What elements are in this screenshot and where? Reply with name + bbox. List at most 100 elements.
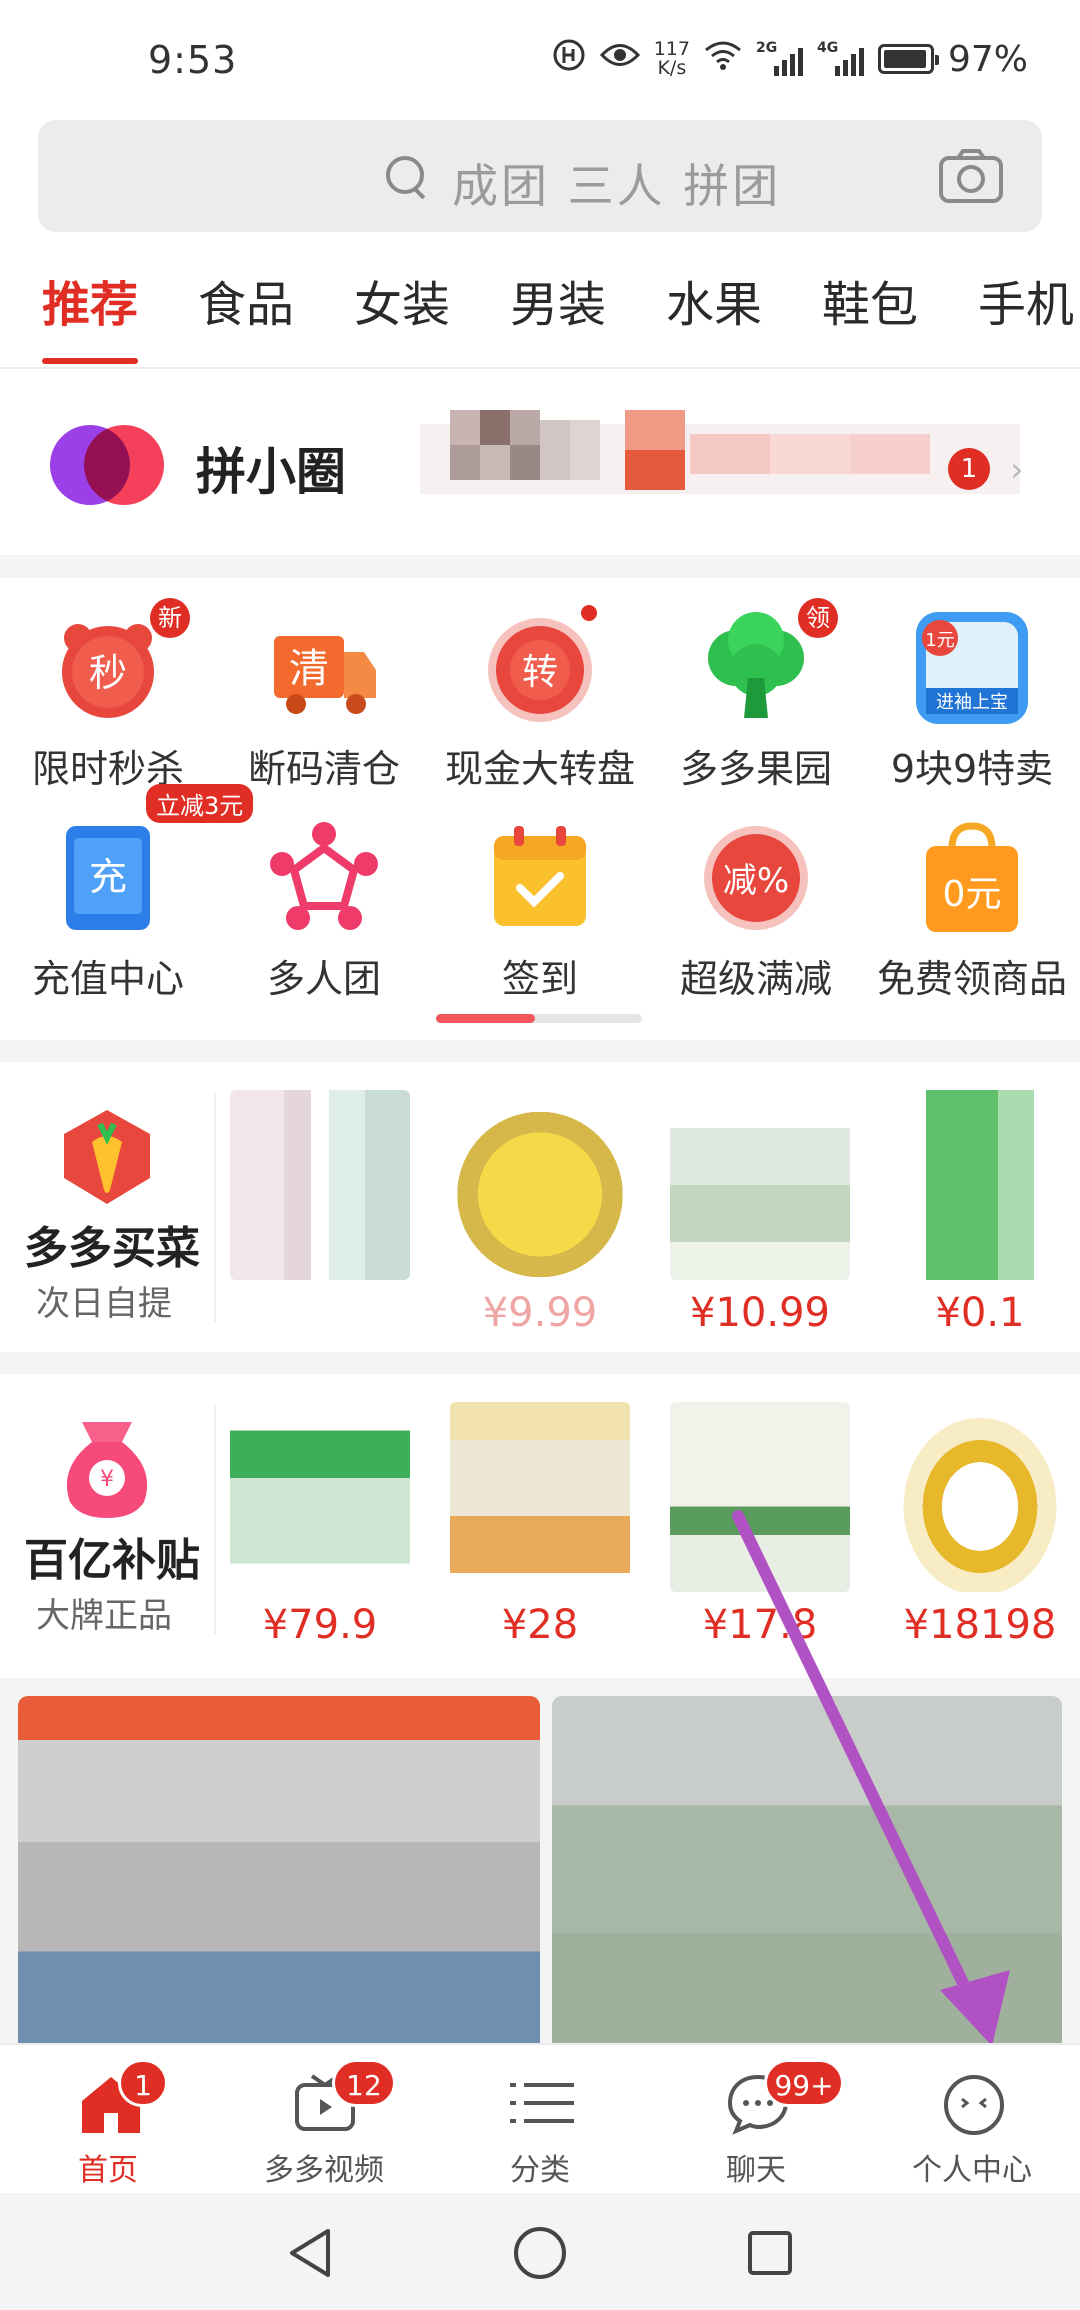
entry-group[interactable]: 多人团: [216, 788, 432, 1001]
svg-text:秒: 秒: [89, 651, 127, 695]
flash-sale-icon: 秒: [48, 608, 168, 728]
status-indicators: 117 K/s 2G 4G 97%: [552, 36, 1028, 82]
tree-icon: [696, 608, 816, 728]
entry-free-goods[interactable]: 0元 免费领商品: [864, 788, 1080, 1001]
svg-text:¥: ¥: [100, 1467, 114, 1492]
product-card[interactable]: [220, 1080, 420, 1340]
entry-label: 多多果园: [679, 747, 832, 791]
pin-circle-preview-blurred: [420, 400, 1020, 520]
signal-2g-icon: 2G: [755, 40, 803, 76]
divider: [0, 367, 1080, 369]
battery-icon: [877, 44, 939, 74]
baiyi-butie-subtitle: 大牌正品: [36, 1596, 172, 1636]
feed-card-blurred[interactable]: [552, 1696, 1062, 2043]
group-icon: [264, 818, 384, 938]
entry-label: 超级满减: [679, 957, 832, 1001]
svg-text:0元: 0元: [943, 874, 1002, 915]
clearance-truck-icon: 清: [264, 608, 384, 728]
grid-scroll-indicator: [436, 1014, 642, 1023]
nav-home[interactable]: 1 首页: [0, 2045, 216, 2195]
signal-4g-label: 4G: [816, 40, 839, 56]
nav-label: 首页: [78, 2153, 138, 2188]
svg-text:清: 清: [289, 646, 329, 692]
pin-circle-badge: 1: [948, 448, 990, 490]
entry-checkin[interactable]: 签到: [432, 788, 648, 1001]
product-image-blurred: [450, 1402, 630, 1592]
svg-text:充: 充: [89, 855, 127, 899]
recents-icon[interactable]: [740, 2223, 800, 2283]
tab-food[interactable]: 食品: [198, 265, 294, 335]
product-price: ¥79.9: [262, 1602, 378, 1648]
nav-category[interactable]: 分类: [432, 2045, 648, 2195]
product-card[interactable]: ¥17.8: [660, 1392, 860, 1652]
tab-phones[interactable]: 手机: [978, 265, 1074, 335]
carrot-icon: [52, 1100, 162, 1210]
nav-badge: 99+: [764, 2059, 844, 2107]
entry-orchard[interactable]: 领 多多果园: [648, 578, 864, 791]
wheel-notification-dot: [578, 602, 600, 624]
tab-fruit[interactable]: 水果: [666, 265, 762, 335]
chevron-right-icon: ›: [1010, 450, 1024, 490]
svg-text:减%: 减%: [723, 861, 789, 901]
entry-flash-sale[interactable]: 秒 新 限时秒杀: [0, 578, 216, 791]
duoduo-maicai-row[interactable]: 多多买菜 次日自提 ¥9.99 ¥10.99 ¥0.1: [0, 1062, 1080, 1352]
product-image-blurred: [890, 1402, 1070, 1592]
home-circle-icon[interactable]: [510, 2223, 570, 2283]
camera-icon[interactable]: [938, 148, 1004, 204]
product-card[interactable]: ¥0.1: [880, 1080, 1080, 1340]
back-icon[interactable]: [280, 2223, 340, 2283]
tab-shoes-bags[interactable]: 鞋包: [822, 265, 918, 335]
entry-super-discount[interactable]: 减% 超级满减: [648, 788, 864, 1001]
tab-recommend[interactable]: 推荐: [42, 265, 138, 335]
product-card[interactable]: ¥18198: [880, 1392, 1080, 1652]
entry-wheel[interactable]: 转 现金大转盘: [432, 578, 648, 791]
product-card[interactable]: ¥79.9: [220, 1392, 420, 1652]
product-card[interactable]: ¥9.99: [440, 1080, 640, 1340]
grid-scroll-indicator-fill: [436, 1014, 535, 1023]
nav-video[interactable]: 12 多多视频: [216, 2045, 432, 2195]
product-card[interactable]: ¥28: [440, 1392, 640, 1652]
nav-label: 分类: [510, 2153, 570, 2188]
entry-label: 签到: [501, 957, 578, 1001]
nav-badge: 1: [118, 2059, 168, 2107]
signal-2g-label: 2G: [755, 40, 778, 56]
entry-label: 免费领商品: [876, 957, 1067, 1001]
feed-card-blurred[interactable]: [18, 1696, 540, 2043]
nav-profile[interactable]: 个人中心: [864, 2045, 1080, 2195]
pin-circle-row[interactable]: 拼小圈 1 ›: [0, 370, 1080, 555]
entry-recharge[interactable]: 充 立减3元 充值中心: [0, 784, 254, 1001]
category-icon: [510, 2073, 574, 2133]
search-placeholder: 成团 三人 拼团: [452, 159, 782, 213]
nav-label: 多多视频: [264, 2153, 384, 2188]
search-icon: [386, 156, 426, 196]
baiyi-butie-row[interactable]: ¥ 百亿补贴 大牌正品 ¥79.9 ¥28 ¥17.8 ¥18198: [0, 1374, 1080, 1678]
entry-clearance[interactable]: 清 断码清仓: [216, 578, 432, 791]
duoduo-maicai-header[interactable]: 多多买菜 次日自提: [0, 1062, 215, 1352]
entry-label: 9块9特卖: [890, 747, 1054, 791]
profile-icon: [942, 2073, 1004, 2135]
search-bar[interactable]: 成团 三人 拼团: [38, 120, 1042, 232]
calendar-check-icon: [480, 818, 600, 938]
svg-text:转: 转: [522, 652, 558, 693]
nav-chat[interactable]: 99+ 聊天: [648, 2045, 864, 2195]
entry-tag-claim: 领: [798, 598, 838, 638]
entry-nine-nine[interactable]: 1元 进袖上宝 9块9特卖: [864, 578, 1080, 791]
product-image-blurred: [670, 1090, 850, 1280]
nav-label: 个人中心: [912, 2153, 1032, 2188]
entry-label: 断码清仓: [247, 747, 400, 791]
tab-womens[interactable]: 女装: [354, 265, 450, 335]
product-price: ¥28: [501, 1602, 579, 1648]
tab-mens[interactable]: 男装: [510, 265, 606, 335]
battery-percent: 97%: [947, 38, 1028, 80]
recharge-icon: 充: [48, 818, 168, 938]
product-price: ¥9.99: [482, 1290, 598, 1336]
baiyi-butie-header[interactable]: ¥ 百亿补贴 大牌正品: [0, 1374, 215, 1664]
product-card[interactable]: ¥10.99: [660, 1080, 860, 1340]
product-price: ¥18198: [903, 1602, 1057, 1648]
product-price: ¥0.1: [935, 1290, 1025, 1336]
divider: [214, 1404, 216, 1634]
product-price: ¥17.8: [702, 1602, 818, 1648]
signal-4g-icon: 4G: [816, 40, 864, 76]
divider: [214, 1092, 216, 1322]
status-bar: 9:53 117 K/s 2G 4G 97%: [0, 0, 1080, 115]
